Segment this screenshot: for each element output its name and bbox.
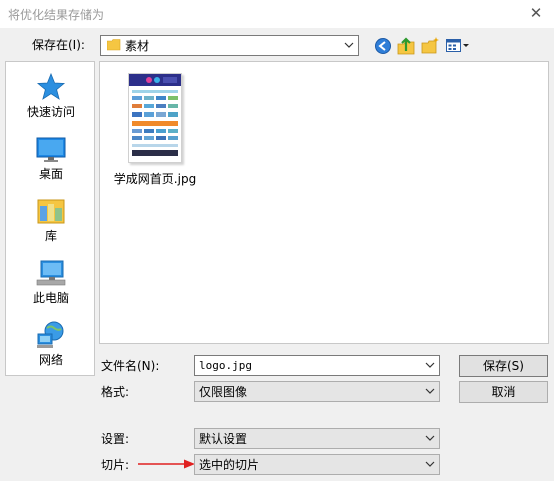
library-icon (37, 199, 65, 224)
chevron-down-icon (425, 461, 435, 467)
place-quick-access[interactable]: 快速访问 (6, 66, 96, 128)
save-in-dropdown[interactable]: 素材 (100, 35, 359, 56)
format-dropdown[interactable]: 仅限图像 (194, 381, 440, 402)
star-icon (36, 72, 66, 100)
place-this-pc[interactable]: 此电脑 (6, 252, 96, 314)
settings-label: 设置: (101, 432, 130, 446)
file-list[interactable]: 学成网首页.jpg (99, 61, 549, 344)
close-button[interactable]: ✕ (524, 2, 548, 24)
view-menu-icon[interactable] (445, 36, 471, 56)
place-library[interactable]: 库 (6, 190, 96, 252)
slices-dropdown[interactable]: 选中的切片 (194, 454, 440, 475)
settings-dropdown[interactable]: 默认设置 (194, 428, 440, 449)
back-icon[interactable] (373, 36, 393, 56)
new-folder-icon[interactable] (420, 36, 440, 56)
place-label: 快速访问 (26, 105, 75, 119)
chevron-down-icon (425, 362, 435, 368)
place-desktop[interactable]: 桌面 (6, 128, 96, 190)
network-icon (37, 321, 64, 348)
places-bar: 快速访问 桌面 库 此电脑 网络 (5, 61, 95, 376)
desktop-icon (36, 137, 66, 162)
chevron-down-icon (425, 435, 435, 441)
save-button[interactable]: 保存(S) (459, 355, 548, 377)
filename-value: logo.jpg (199, 359, 252, 372)
image-thumbnail (128, 73, 182, 163)
format-label: 格式: (101, 385, 130, 399)
title-bar: 将优化结果存储为 ✕ (0, 0, 554, 28)
chevron-down-icon (344, 42, 354, 48)
chevron-down-icon (425, 388, 435, 394)
save-in-value: 素材 (125, 39, 150, 53)
filename-label: 文件名(N): (101, 359, 160, 373)
computer-icon (36, 260, 66, 286)
slices-label: 切片: (101, 458, 130, 472)
up-folder-icon[interactable] (396, 36, 416, 56)
filename-input[interactable]: logo.jpg (194, 355, 440, 376)
place-network[interactable]: 网络 (6, 314, 96, 376)
place-label: 桌面 (38, 167, 63, 181)
slices-value: 选中的切片 (199, 458, 260, 472)
window-title: 将优化结果存储为 (8, 8, 105, 22)
red-arrow-annotation (138, 459, 195, 469)
place-label: 库 (44, 229, 57, 243)
place-label: 网络 (38, 353, 63, 367)
settings-value: 默认设置 (199, 432, 248, 446)
place-label: 此电脑 (32, 291, 69, 305)
cancel-button[interactable]: 取消 (459, 381, 548, 403)
save-in-label: 保存在(I): (32, 38, 85, 52)
folder-icon (107, 39, 121, 51)
file-name: 学成网首页.jpg (113, 172, 197, 186)
format-value: 仅限图像 (199, 385, 248, 399)
